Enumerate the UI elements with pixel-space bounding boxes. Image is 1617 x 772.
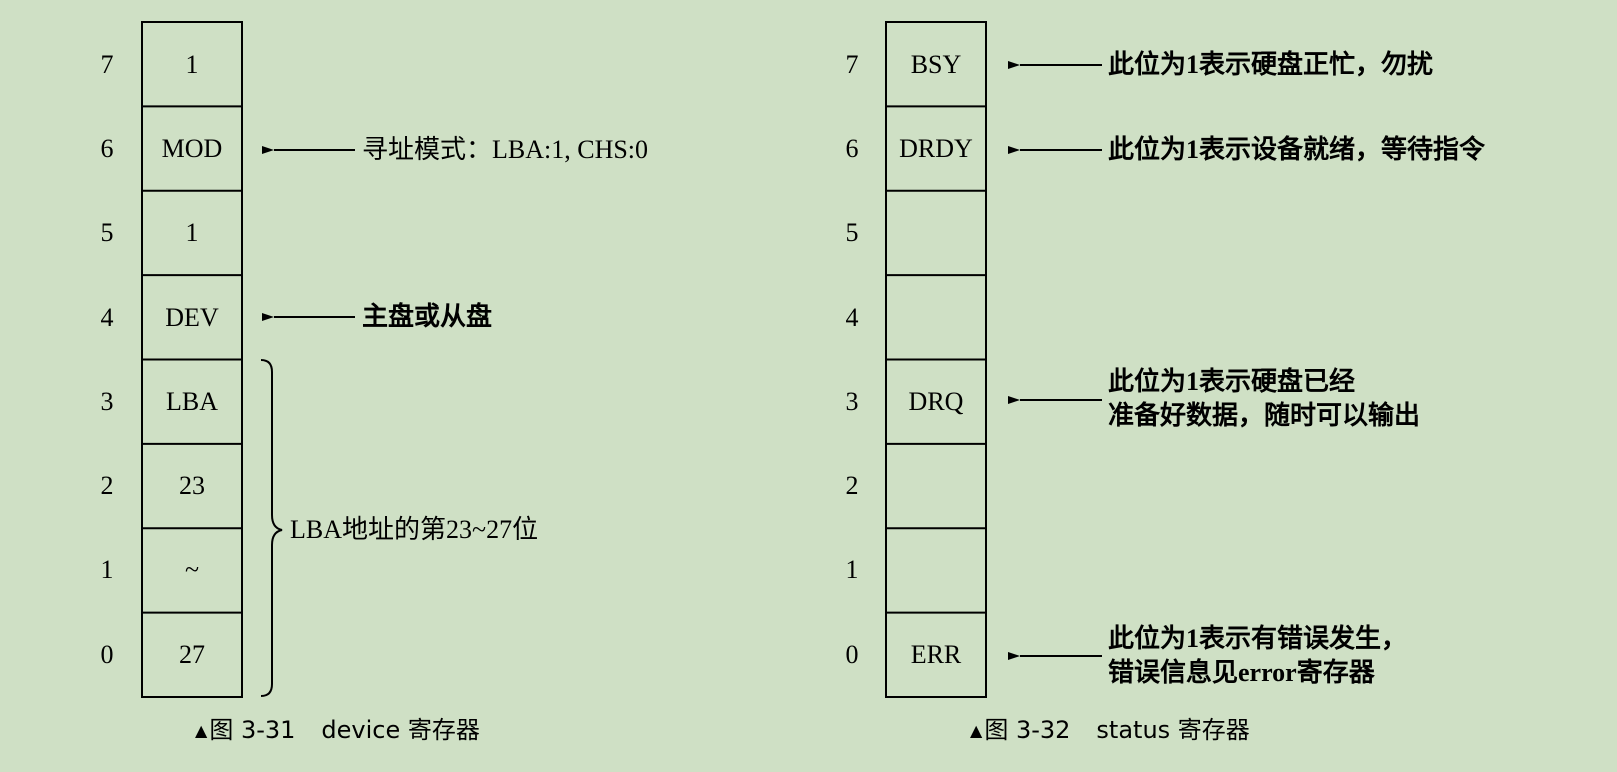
status-bit-cell: ERR [910,640,962,669]
status-bit-cell: DRQ [908,387,964,416]
device-bit-cell: MOD [161,134,223,163]
caption-number: 图 3-31 [209,716,296,744]
status-register-box [885,21,987,698]
status-bit-number: 2 [845,471,859,500]
err-note-line: 错误信息见error寄存器 [1108,658,1375,687]
device-bit-cell: 23 [179,471,205,500]
status-bit-cell: DRDY [899,134,973,163]
err-note: 此位为1表示有错误发生， 错误信息见error寄存器 [1108,622,1407,690]
device-bit-cell: 1 [185,50,199,79]
caption-triangle-icon: ▲ [195,721,208,740]
device-bit-number: 3 [100,387,114,416]
device-bit-number: 6 [100,134,114,163]
device-bit-cell: LBA [166,387,218,416]
device-bit-cell: ~ [184,555,200,584]
status-bit-number: 5 [845,218,859,247]
device-bit-number: 4 [100,303,114,332]
caption-title: device 寄存器 [321,716,480,744]
dev-note: 主盘或从盘 [362,302,493,331]
status-bit-number: 1 [845,555,859,584]
device-bit-cell: 1 [185,218,199,247]
status-bit-number: 0 [845,640,859,669]
caption-number: 图 3-32 [984,716,1071,744]
status-bit-number: 3 [845,387,859,416]
drq-note-line: 准备好数据，随时可以输出 [1108,401,1421,430]
drq-note: 此位为1表示硬盘已经 准备好数据，随时可以输出 [1108,365,1420,433]
err-note-line: 此位为1表示有错误发生， [1108,624,1408,653]
status-bit-number: 6 [845,134,859,163]
mod-note: 寻址模式：LBA:1, CHS:0 [362,135,649,164]
device-bit-number: 5 [100,218,114,247]
caption-title: status 寄存器 [1096,716,1250,744]
device-bit-number: 7 [100,50,114,79]
device-register-box [141,21,243,698]
lba-brace [260,359,283,697]
device-bit-number: 1 [100,555,114,584]
status-bit-number: 7 [845,50,859,79]
drdy-note: 此位为1表示设备就绪，等待指令 [1108,135,1486,164]
status-bit-cell: BSY [910,50,962,79]
device-bit-number: 0 [100,640,114,669]
device-bit-number: 2 [100,471,114,500]
device-bit-cell: DEV [165,303,219,332]
status-bit-number: 4 [845,303,859,332]
bsy-note: 此位为1表示硬盘正忙，勿扰 [1108,50,1434,79]
status-figure-caption: ▲图 3-32 status 寄存器 [970,715,1250,746]
device-bit-cell: 27 [179,640,205,669]
caption-triangle-icon: ▲ [970,721,983,740]
drq-note-line: 此位为1表示硬盘已经 [1108,367,1356,396]
register-figures: 7 6 5 4 3 2 1 0 1 MOD 1 DEV LBA 23 ~ 27 … [0,0,1617,772]
device-figure-caption: ▲图 3-31 device 寄存器 [195,715,480,746]
lba-note: LBA地址的第23~27位 [290,515,539,544]
